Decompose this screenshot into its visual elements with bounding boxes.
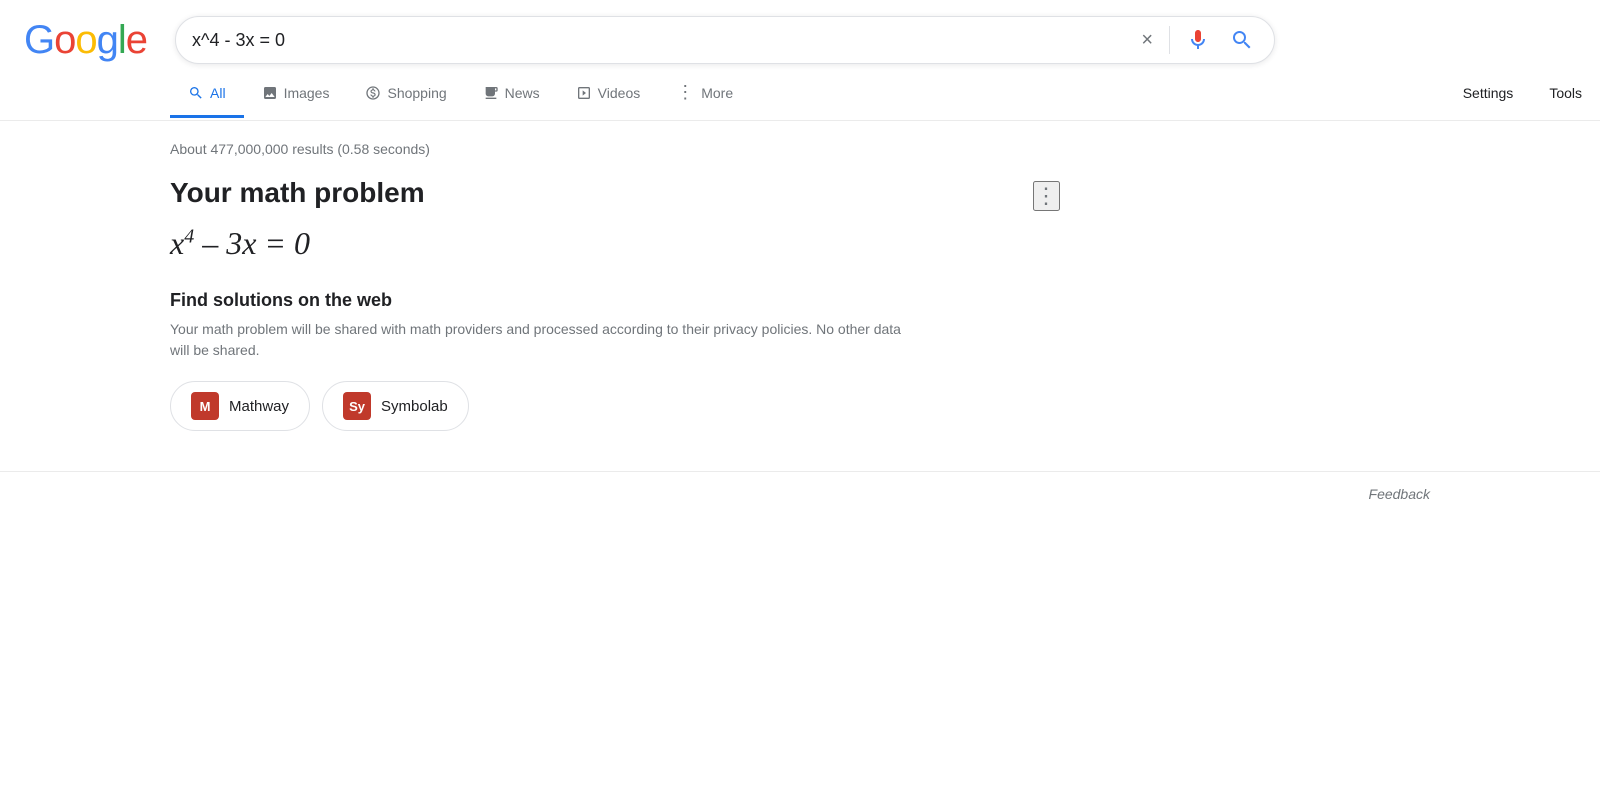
nav-items: All Images Shopping News Videos: [170, 68, 751, 120]
find-solutions-header: Find solutions on the web: [170, 290, 1020, 311]
mathway-button[interactable]: M Mathway: [170, 381, 310, 431]
nav-label-tools: Tools: [1549, 85, 1582, 101]
math-card-menu-button[interactable]: ⋮: [1033, 181, 1060, 211]
nav-label-shopping: Shopping: [387, 85, 446, 101]
symbolab-logo: Sy: [343, 392, 371, 420]
math-equation: x4 – 3x = 0: [170, 225, 1020, 262]
nav-label-more: More: [701, 85, 733, 101]
nav-item-more[interactable]: ⋮ More: [658, 68, 751, 120]
nav-item-images[interactable]: Images: [244, 71, 348, 118]
images-icon: [262, 85, 278, 101]
shopping-icon: [365, 85, 381, 101]
more-dots-icon: ⋮: [676, 82, 695, 103]
nav-item-settings[interactable]: Settings: [1445, 71, 1532, 118]
solver-buttons: M Mathway Sy Symbolab: [170, 381, 1020, 431]
search-bar-actions: ×: [1137, 24, 1258, 56]
videos-icon: [576, 85, 592, 101]
search-submit-button[interactable]: [1226, 24, 1258, 56]
math-card-title: Your math problem: [170, 177, 1020, 209]
nav-item-tools[interactable]: Tools: [1531, 71, 1600, 118]
nav-item-videos[interactable]: Videos: [558, 71, 659, 118]
nav-label-settings: Settings: [1463, 85, 1514, 101]
nav-label-videos: Videos: [598, 85, 641, 101]
header: Google ×: [0, 0, 1600, 64]
search-bar-wrapper: ×: [175, 16, 1275, 64]
search-input[interactable]: [192, 30, 1137, 51]
mathway-logo: M: [191, 392, 219, 420]
nav-item-all[interactable]: All: [170, 71, 244, 118]
mic-icon: [1186, 28, 1210, 52]
nav-label-all: All: [210, 85, 226, 101]
search-icon: [1230, 28, 1254, 52]
math-card: Your math problem ⋮ x4 – 3x = 0 Find sol…: [170, 177, 1020, 431]
search-bar: ×: [175, 16, 1275, 64]
nav-label-news: News: [505, 85, 540, 101]
nav-label-images: Images: [284, 85, 330, 101]
symbolab-label: Symbolab: [381, 398, 448, 415]
nav-settings-tools: Settings Tools: [1445, 71, 1600, 118]
mic-button[interactable]: [1182, 24, 1214, 56]
result-stats: About 477,000,000 results (0.58 seconds): [170, 141, 1430, 157]
nav-item-news[interactable]: News: [465, 71, 558, 118]
find-solutions-desc: Your math problem will be shared with ma…: [170, 319, 920, 361]
all-icon: [188, 85, 204, 101]
symbolab-button[interactable]: Sy Symbolab: [322, 381, 469, 431]
nav-bar: All Images Shopping News Videos: [0, 68, 1600, 121]
mathway-label: Mathway: [229, 398, 289, 415]
feedback-bar: Feedback: [0, 471, 1600, 516]
google-logo[interactable]: Google: [24, 18, 147, 63]
news-icon: [483, 85, 499, 101]
clear-button[interactable]: ×: [1137, 26, 1157, 54]
feedback-link[interactable]: Feedback: [1369, 486, 1430, 502]
nav-item-shopping[interactable]: Shopping: [347, 71, 464, 118]
main-content: About 477,000,000 results (0.58 seconds)…: [0, 121, 1600, 431]
search-divider: [1169, 26, 1170, 54]
